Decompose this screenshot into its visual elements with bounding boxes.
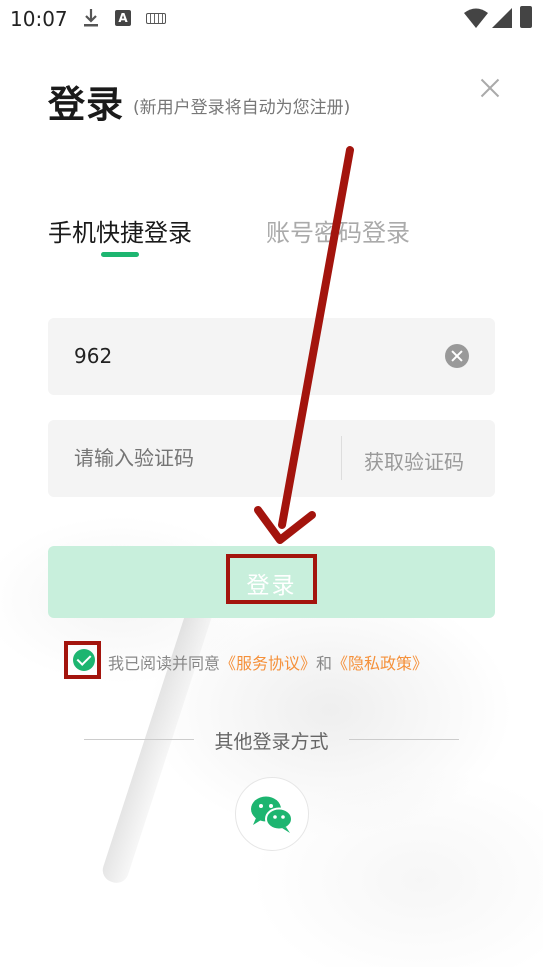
annotation-box-checkbox bbox=[64, 641, 101, 679]
annotation-box-login bbox=[226, 554, 317, 604]
annotation-arrow bbox=[254, 146, 354, 544]
